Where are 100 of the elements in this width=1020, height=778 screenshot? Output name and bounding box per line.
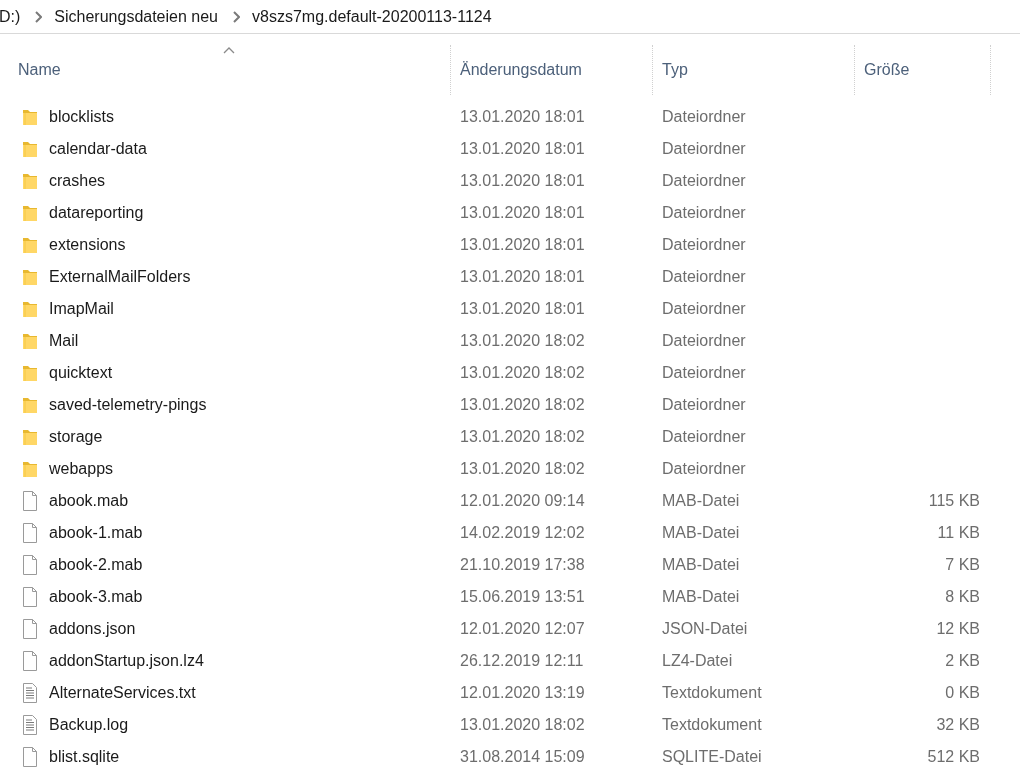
file-size: 11 KB [936,524,980,542]
folder-icon [22,171,38,191]
folder-icon [22,427,38,447]
folder-icon [22,331,38,351]
modified-date: 13.01.2020 18:02 [459,460,586,478]
file-type: Textdokument [661,716,763,734]
file-icon [22,491,38,511]
file-type: Dateiordner [661,396,747,414]
file-size: 0 KB [944,684,980,702]
modified-date: 12.01.2020 09:14 [459,492,586,510]
folder-icon [22,395,38,415]
file-name[interactable]: quicktext [49,364,113,382]
file-name[interactable]: crashes [49,172,106,190]
modified-date: 13.01.2020 18:01 [459,236,586,254]
folder-icon [22,267,38,287]
breadcrumb-item[interactable]: v8szs7mg.default-20200113-1124 [252,7,498,26]
file-type: Textdokument [661,684,763,702]
file-size: 32 KB [935,716,980,734]
file-type: SQLITE-Datei [661,748,763,766]
file-type: Dateiordner [661,300,747,318]
file-type: Dateiordner [661,460,747,478]
folder-icon [22,299,38,319]
file-icon [22,619,38,639]
file-icon [22,523,38,543]
file-type: Dateiordner [661,268,747,286]
modified-date: 13.01.2020 18:02 [459,364,586,382]
column-header[interactable]: Größe [855,45,991,95]
folder-icon [22,235,38,255]
modified-date: 15.06.2019 13:51 [459,588,586,606]
file-name[interactable]: Backup.log [49,716,129,734]
file-size: 12 KB [935,620,980,638]
folder-icon [22,363,38,383]
text-file-icon [22,683,38,703]
file-type: Dateiordner [661,108,747,126]
modified-date: 14.02.2019 12:02 [459,524,586,542]
file-type: MAB-Datei [661,524,741,542]
file-size: 512 KB [926,748,980,766]
file-name[interactable]: AlternateServices.txt [49,684,196,702]
folder-icon [22,459,38,479]
file-name[interactable]: abook-1.mab [49,524,143,542]
modified-date: 12.01.2020 12:07 [459,620,586,638]
text-file-icon [22,715,38,735]
column-header[interactable]: Name [0,45,451,95]
file-name[interactable]: datareporting [49,204,144,222]
file-name[interactable]: extensions [49,236,126,254]
file-size: 115 KB [927,492,980,510]
file-type: Dateiordner [661,428,747,446]
file-size: 8 KB [944,588,980,606]
file-type: LZ4-Datei [661,652,734,670]
modified-date: 13.01.2020 18:01 [459,140,586,158]
modified-date: 13.01.2020 18:02 [459,428,586,446]
folder-icon [22,203,38,223]
modified-date: 26.12.2019 12:11 [459,652,585,670]
file-name[interactable]: blist.sqlite [49,748,120,766]
file-name[interactable]: Mail [49,332,79,350]
file-name[interactable]: addonStartup.json.lz4 [49,652,204,670]
file-name[interactable]: abook-3.mab [49,588,143,606]
modified-date: 12.01.2020 13:19 [459,684,586,702]
file-name[interactable]: addons.json [49,620,136,638]
file-type: MAB-Datei [661,492,741,510]
file-icon [22,747,38,767]
modified-date: 13.01.2020 18:02 [459,396,586,414]
file-type: MAB-Datei [661,588,741,606]
modified-date: 13.01.2020 18:02 [459,332,586,350]
file-name[interactable]: abook.mab [49,492,129,510]
chevron-icon [232,10,240,23]
file-icon [22,651,38,671]
modified-date: 13.01.2020 18:01 [459,204,586,222]
file-type: Dateiordner [661,364,747,382]
modified-date: 13.01.2020 18:02 [459,716,586,734]
file-type: Dateiordner [661,140,747,158]
modified-date: 13.01.2020 18:01 [459,108,586,126]
breadcrumb-item[interactable]: Sicherungsdateien neu [54,7,224,26]
chevron-icon [34,10,43,23]
modified-date: 31.08.2014 15:09 [459,748,586,766]
file-size: 7 KB [944,556,980,574]
modified-date: 13.01.2020 18:01 [459,300,586,318]
modified-date: 13.01.2020 18:01 [459,268,586,286]
file-name[interactable]: calendar-data [49,140,147,158]
file-size: 2 KB [944,652,980,670]
file-name[interactable]: blocklists [49,108,114,126]
file-name[interactable]: storage [49,428,103,446]
file-name[interactable]: webapps [49,460,114,478]
column-header[interactable]: Änderungsdatum [451,45,653,95]
folder-icon [22,107,38,127]
modified-date: 13.01.2020 18:01 [459,172,586,190]
file-type: Dateiordner [661,204,747,222]
breadcrumb-item[interactable]: D:) [0,7,27,26]
column-header[interactable]: Typ [653,45,855,95]
file-type: JSON-Datei [661,620,749,638]
file-name[interactable]: saved-telemetry-pings [49,396,207,414]
file-name[interactable]: ImapMail [49,300,114,318]
file-name[interactable]: ExternalMailFolders [49,268,191,286]
modified-date: 21.10.2019 17:38 [459,556,586,574]
file-type: Dateiordner [661,172,747,190]
file-type: Dateiordner [661,332,747,350]
file-name[interactable]: abook-2.mab [49,556,143,574]
file-type: MAB-Datei [661,556,741,574]
file-icon [22,555,38,575]
folder-icon [22,139,38,159]
